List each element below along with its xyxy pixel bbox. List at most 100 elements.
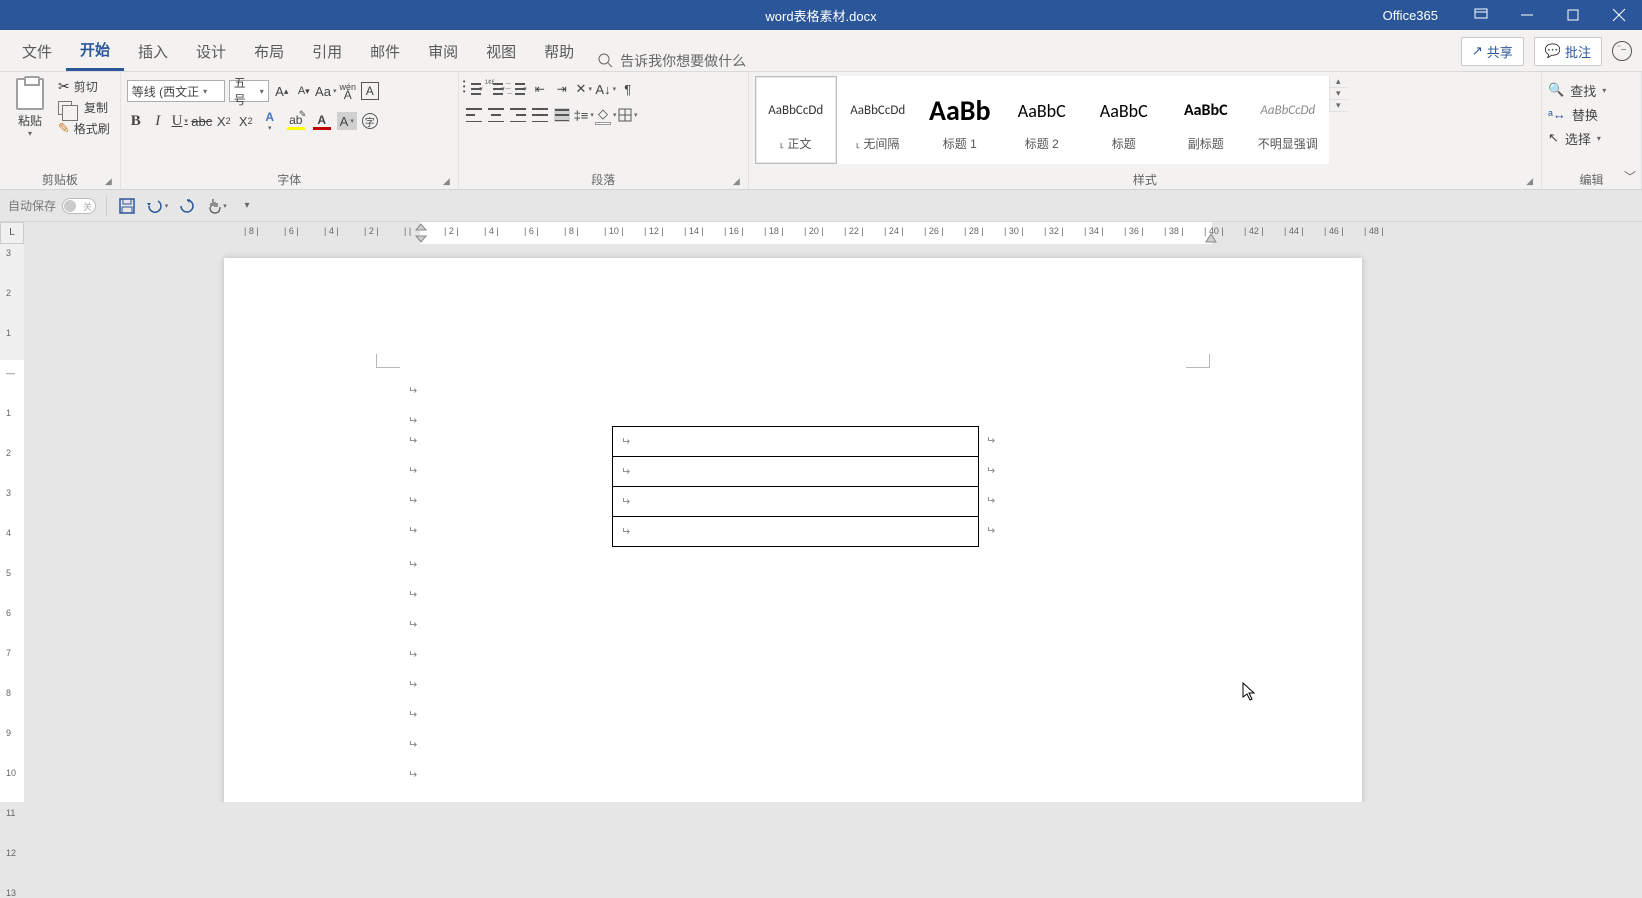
tab-mailings[interactable]: 邮件 [356,31,414,71]
line-spacing-button[interactable]: ‡≡ [575,106,593,124]
grow-font-button[interactable]: A▴ [273,82,291,100]
cursor-icon: ↖ [1548,130,1559,146]
comments-button[interactable]: 💬批注 [1534,37,1602,66]
enclose-characters-button[interactable]: 字 [361,112,379,130]
share-button[interactable]: ↗共享 [1461,37,1524,66]
font-color-button[interactable]: A [311,113,333,130]
justify-button[interactable] [531,106,549,124]
styles-scroll-down[interactable]: ▾ [1330,88,1347,100]
multilevel-list-button[interactable] [509,80,527,98]
save-button[interactable] [117,196,137,216]
maximize-button[interactable] [1550,0,1596,30]
tab-layout[interactable]: 布局 [240,31,298,71]
styles-scroll-up[interactable]: ▴ [1330,76,1347,88]
indent-marker-icon[interactable] [415,222,427,244]
tab-selector[interactable]: L [0,222,24,244]
bold-button[interactable]: B [127,112,145,130]
ruler-tick: | 38 | [1164,226,1184,236]
style-item-1[interactable]: AaBbCcDd˪ 无间隔 [837,76,919,164]
text-effects-button[interactable]: A▾ [259,110,281,132]
highlight-button[interactable]: ab✎ [285,113,307,130]
character-shading-button[interactable]: A [337,112,357,130]
vertical-ruler[interactable]: 321—12345678910111213 [0,244,24,802]
numbering-button[interactable] [487,80,505,98]
tab-help[interactable]: 帮助 [530,31,588,71]
autosave-toggle[interactable]: 自动保存 关 [8,197,96,214]
tab-references[interactable]: 引用 [298,31,356,71]
increase-indent-button[interactable]: ⇥ [553,80,571,98]
font-size-combo[interactable]: 五号▾ [229,80,269,102]
style-item-3[interactable]: AaBbC标题 2 [1001,76,1083,164]
strikethrough-button[interactable]: abc [193,112,211,130]
styles-launcher[interactable]: ◢ [1526,176,1533,187]
undo-button[interactable]: ▾ [147,196,167,216]
paste-button[interactable]: 粘贴 ▾ [6,76,54,140]
change-case-button[interactable]: Aa [317,82,335,100]
qat-customize-button[interactable]: ▾ [237,196,257,216]
tab-view[interactable]: 视图 [472,31,530,71]
touch-mode-button[interactable]: ▾ [207,196,227,216]
replace-button[interactable]: ᵃ↔替换 [1548,102,1598,126]
tab-file[interactable]: 文件 [8,31,66,71]
style-item-2[interactable]: AaBb标题 1 [919,76,1001,164]
show-paragraph-marks-button[interactable]: ¶ [619,80,637,98]
distributed-button[interactable] [553,106,571,124]
table-row[interactable]: ↵ [613,427,979,457]
tab-home[interactable]: 开始 [66,31,124,71]
clipboard-launcher[interactable]: ◢ [105,176,112,187]
format-painter-button[interactable]: ✎格式刷 [58,120,110,137]
close-button[interactable] [1596,0,1642,30]
asian-layout-button[interactable]: ✕ [575,80,593,98]
ruler-tick: | 44 | [1284,226,1304,236]
feedback-icon[interactable] [1612,41,1632,61]
style-item-6[interactable]: AaBbCcDd不明显强调 [1247,76,1329,164]
collapse-ribbon-button[interactable]: ﹀ [1624,168,1636,185]
find-button[interactable]: 🔍查找▾ [1548,78,1606,102]
document-canvas[interactable]: ↵↵ ↵↵↵↵ ↵↵↵↵↵↵↵↵↵↵↵↵↵↵↵↵ [24,244,1642,802]
minimize-button[interactable] [1504,0,1550,30]
ribbon-display-options-button[interactable] [1458,0,1504,30]
align-center-button[interactable] [487,106,505,124]
font-launcher[interactable]: ◢ [443,176,450,187]
table-row[interactable]: ↵ [613,517,979,547]
phonetic-guide-button[interactable]: wénA [339,82,357,100]
tab-design[interactable]: 设计 [182,31,240,71]
select-button[interactable]: ↖选择▾ [1548,126,1601,150]
borders-button[interactable] [619,106,637,124]
underline-button[interactable]: U [171,112,189,130]
horizontal-ruler[interactable]: | 8 || 6 || 4 || 2 || || 2 || 4 || 6 || … [24,222,1642,244]
font-name-combo[interactable]: 等线 (西文正▾ [127,80,225,102]
subscript-button[interactable]: X2 [215,112,233,130]
style-item-4[interactable]: AaBbC标题 [1083,76,1165,164]
character-border-button[interactable]: A [361,82,379,100]
margin-corner-icon [376,354,400,368]
decrease-indent-button[interactable]: ⇤ [531,80,549,98]
align-left-button[interactable] [465,106,483,124]
style-item-0[interactable]: AaBbCcDd˪ 正文 [755,76,837,164]
table-row[interactable]: ↵ [613,457,979,487]
italic-button[interactable]: I [149,112,167,130]
table-row[interactable]: ↵ [613,487,979,517]
superscript-button[interactable]: X2 [237,112,255,130]
table-cell[interactable]: ↵ [613,487,979,517]
tab-review[interactable]: 审阅 [414,31,472,71]
shading-button[interactable]: ◇ [597,106,615,124]
table-cell[interactable]: ↵ [613,517,979,547]
bullets-button[interactable] [465,80,483,98]
align-right-button[interactable] [509,106,527,124]
tab-insert[interactable]: 插入 [124,31,182,71]
tell-me-search[interactable]: 告诉我你想要做什么 [598,51,746,71]
table-cell[interactable]: ↵ [613,427,979,457]
repeat-button[interactable] [177,196,197,216]
copy-button[interactable]: 复制 [58,99,110,116]
shrink-font-button[interactable]: A▾ [295,82,313,100]
ruler-tick: | 6 | [524,226,539,236]
paragraph-launcher[interactable]: ◢ [733,176,740,187]
cut-button[interactable]: ✂剪切 [58,78,110,95]
right-indent-marker-icon[interactable] [1205,232,1217,244]
sort-button[interactable]: A↓ [597,80,615,98]
styles-expand[interactable]: ▾ [1330,100,1347,112]
table-cell[interactable]: ↵ [613,457,979,487]
style-item-5[interactable]: AaBbC副标题 [1165,76,1247,164]
document-table[interactable]: ↵↵↵↵ [612,426,979,547]
